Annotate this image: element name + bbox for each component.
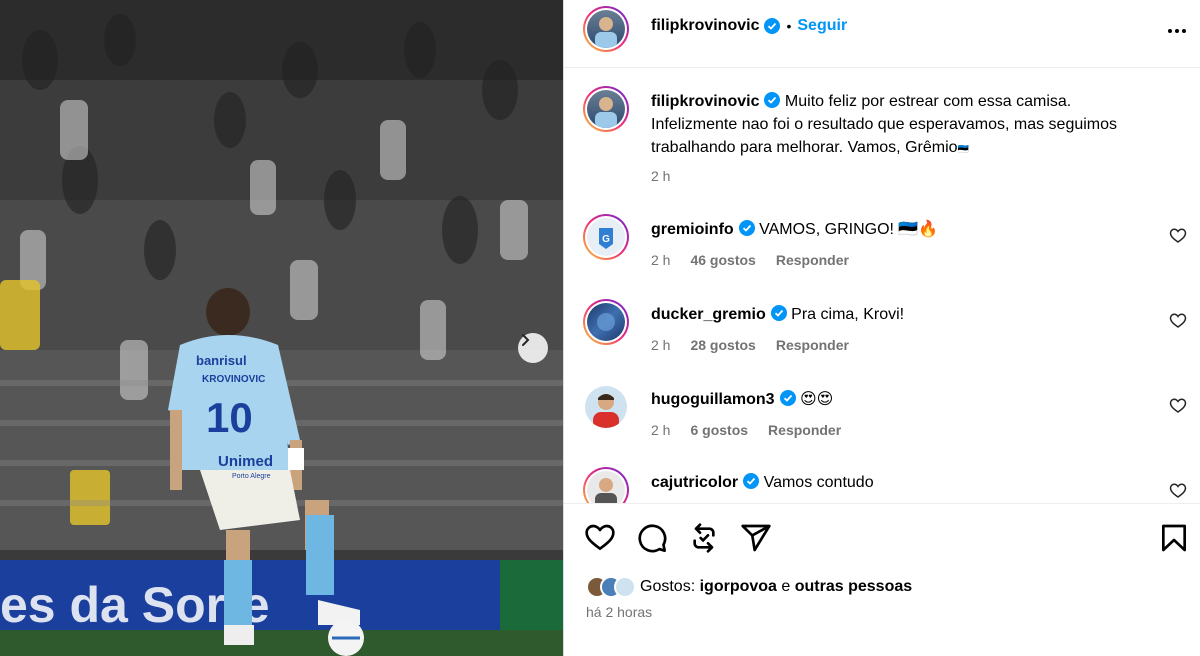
more-icon [1168, 29, 1186, 33]
likes-user[interactable]: igorpovoa [700, 578, 777, 595]
verified-icon [779, 390, 796, 406]
reply-button[interactable]: Responder [776, 337, 849, 353]
share-icon[interactable] [740, 522, 772, 554]
caption-text: filipkrovinovic Muito feliz por estrear … [651, 90, 1151, 161]
comment-avatar[interactable]: G [583, 214, 629, 260]
caption-username[interactable]: filipkrovinovic [651, 93, 759, 110]
comment-text: hugoguillamon3 😍😍 [651, 388, 1151, 411]
like-comment-icon[interactable] [1169, 482, 1187, 500]
jersey-sponsor2: Unimed [218, 453, 273, 470]
likes-connector: e [781, 578, 791, 595]
comment-meta: 2 h 28 gostos Responder [651, 337, 869, 353]
comment-avatar[interactable] [583, 299, 629, 345]
comment-row: G gremioinfo VAMOS, GRINGO! 🇪🇪🔥 2 h 46 g… [564, 214, 1200, 294]
likes-others[interactable]: outras pessoas [795, 578, 912, 595]
comment-body: Pra cima, Krovi! [791, 306, 905, 323]
verified-icon [770, 305, 787, 321]
comment-row: ducker_gremio Pra cima, Krovi! 2 h 28 go… [564, 299, 1200, 379]
like-comment-icon[interactable] [1169, 227, 1187, 245]
comment-text: gremioinfo VAMOS, GRINGO! 🇪🇪🔥 [651, 218, 1151, 241]
jersey-name: KROVINOVIC [202, 374, 265, 385]
caption-avatar[interactable] [583, 86, 629, 132]
posted-time[interactable]: há 2 horas [586, 604, 652, 620]
separator-dot: • [786, 18, 792, 34]
verified-icon [743, 473, 760, 489]
chevron-right-icon [522, 334, 530, 346]
comments-list[interactable]: filipkrovinovic Muito feliz por estrear … [564, 69, 1200, 503]
comment-time[interactable]: 2 h [651, 252, 670, 268]
comment-row: cajutricolor Vamos contudo [564, 467, 1200, 503]
caption-flag: 🇪🇪 [957, 144, 969, 154]
comment-likes[interactable]: 6 gostos [690, 422, 748, 438]
comment-meta: 2 h 46 gostos Responder [651, 252, 869, 268]
post-panel: filipkrovinovic • Seguir filipkrovinovic [563, 0, 1200, 656]
comment-likes[interactable]: 46 gostos [690, 252, 755, 268]
comment-username[interactable]: ducker_gremio [651, 306, 766, 323]
likes-text: Gostos: igorpovoa e outras pessoas [640, 578, 912, 596]
caption-meta: 2 h [651, 168, 690, 184]
comment-text: cajutricolor Vamos contudo [651, 471, 1151, 494]
post-header: filipkrovinovic • Seguir [564, 0, 1200, 68]
stadium-scene: es da Sorte banrisul KROVINOVIC 10 Unime… [0, 0, 563, 656]
comment-time[interactable]: 2 h [651, 337, 670, 353]
likes-prefix: Gostos: [640, 578, 696, 595]
comment-body: Vamos contudo [763, 474, 874, 491]
post-actions [564, 503, 1200, 571]
verified-icon [764, 92, 781, 108]
likes-summary[interactable]: Gostos: igorpovoa e outras pessoas [586, 573, 912, 601]
next-photo-button[interactable] [518, 333, 548, 363]
more-options-button[interactable] [1165, 19, 1189, 43]
verified-icon [764, 18, 781, 34]
comment-body: VAMOS, GRINGO! 🇪🇪🔥 [759, 221, 939, 238]
post-photo[interactable]: es da Sorte banrisul KROVINOVIC 10 Unime… [0, 0, 563, 656]
svg-text:G: G [602, 234, 610, 245]
comment-likes[interactable]: 28 gostos [690, 337, 755, 353]
caption-row: filipkrovinovic Muito feliz por estrear … [564, 84, 1200, 194]
repost-icon[interactable] [688, 522, 720, 554]
follow-button[interactable]: Seguir [797, 17, 847, 35]
jersey-number: 10 [206, 394, 253, 441]
author-avatar[interactable] [583, 6, 629, 52]
comment-username[interactable]: hugoguillamon3 [651, 391, 775, 408]
like-comment-icon[interactable] [1169, 397, 1187, 415]
save-icon[interactable] [1158, 522, 1190, 554]
comment-username[interactable]: cajutricolor [651, 474, 738, 491]
jersey-sponsor2-sub: Porto Alegre [232, 473, 271, 480]
comment-icon[interactable] [636, 522, 668, 554]
comment-avatar[interactable] [583, 467, 629, 503]
liker-avatar [614, 576, 636, 598]
verified-icon [738, 220, 755, 236]
comment-avatar[interactable] [585, 386, 627, 428]
caption-time[interactable]: 2 h [651, 168, 670, 184]
like-comment-icon[interactable] [1169, 312, 1187, 330]
comment-row: hugoguillamon3 😍😍 2 h 6 gostos Responder [564, 384, 1200, 464]
author-username[interactable]: filipkrovinovic [651, 17, 759, 35]
reply-button[interactable]: Responder [768, 422, 841, 438]
comment-meta: 2 h 6 gostos Responder [651, 422, 861, 438]
reply-button[interactable]: Responder [776, 252, 849, 268]
comment-text: ducker_gremio Pra cima, Krovi! [651, 303, 1151, 326]
comment-body: 😍😍 [800, 391, 834, 408]
comment-time[interactable]: 2 h [651, 422, 670, 438]
jersey-sponsor: banrisul [196, 353, 247, 368]
comment-username[interactable]: gremioinfo [651, 221, 734, 238]
like-icon[interactable] [584, 522, 616, 554]
